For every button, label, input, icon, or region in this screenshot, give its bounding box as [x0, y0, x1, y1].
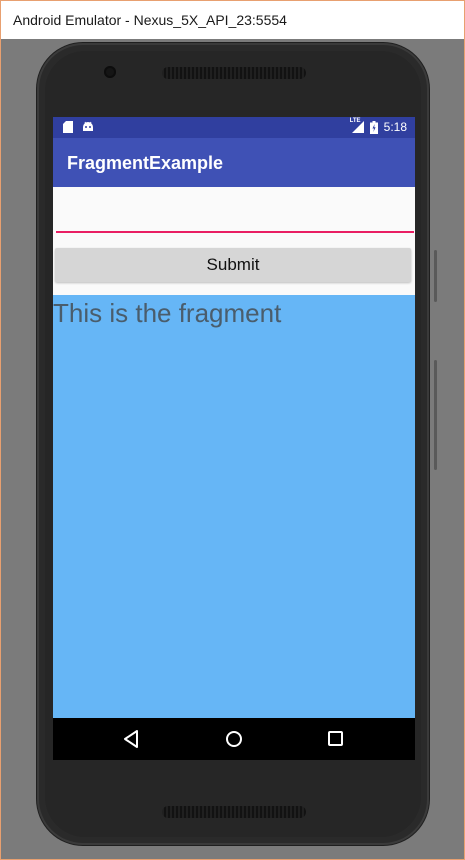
bottom-speaker-grille [162, 806, 306, 818]
clock: 5:18 [383, 120, 407, 134]
front-camera [104, 66, 116, 78]
android-icon [82, 121, 94, 133]
volume-rocker[interactable] [434, 360, 437, 470]
form-area: Submit [53, 187, 415, 295]
back-icon[interactable] [123, 730, 139, 748]
submit-button[interactable]: Submit [55, 248, 411, 282]
home-icon[interactable] [225, 730, 243, 748]
app-title: FragmentExample [67, 153, 224, 173]
text-input[interactable] [56, 197, 414, 233]
sd-card-icon [63, 121, 73, 133]
top-speaker-grille [162, 67, 306, 79]
power-button[interactable] [434, 250, 437, 302]
recent-apps-icon[interactable] [328, 731, 343, 746]
app-bar: FragmentExample [53, 138, 415, 187]
signal-icon: LTE [349, 118, 366, 134]
status-bar: LTE 5:18 [53, 117, 415, 138]
fragment-text: This is the fragment [53, 298, 282, 328]
device-screen: LTE 5:18 FragmentExample Submit This is … [53, 117, 415, 760]
navigation-bar [53, 718, 415, 760]
window-title: Android Emulator - Nexus_5X_API_23:5554 [13, 12, 287, 28]
window-titlebar[interactable]: Android Emulator - Nexus_5X_API_23:5554 [1, 1, 464, 39]
battery-icon [369, 120, 378, 134]
network-type-label: LTE [349, 118, 361, 124]
